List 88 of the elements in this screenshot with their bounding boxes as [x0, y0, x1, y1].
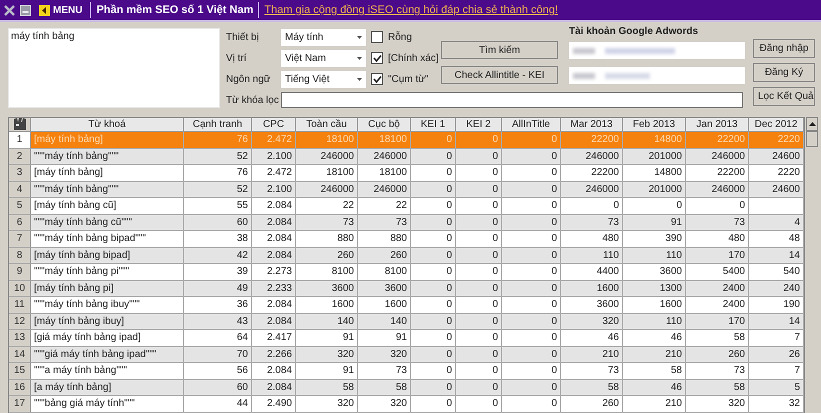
row-number: 8 [9, 248, 31, 264]
checkbox[interactable] [371, 52, 383, 64]
clapperboard-icon[interactable] [12, 118, 26, 131]
email-field[interactable] [569, 42, 745, 59]
table-cell: 320 [358, 396, 411, 412]
blurred-text [573, 72, 595, 78]
account-button[interactable]: Đăng nhập [753, 39, 815, 58]
check-icon [372, 74, 382, 84]
row-number: 9 [9, 264, 31, 280]
table-row[interactable]: 1 [máy tính bảng] 76 2.472 18100 18100 0 0 0 22200 14800 22200 2220 [9, 132, 804, 148]
row-number: 6 [9, 214, 31, 231]
row-number: 12 [9, 314, 31, 330]
row-number: 1 [9, 132, 31, 148]
table-row[interactable]: 5 [máy tính bảng cũ] 55 2.084 22 22 0 0 0 0 0 0 [9, 198, 804, 214]
scrollbar[interactable] [806, 117, 818, 147]
dropdown[interactable]: Việt Nam [281, 50, 366, 66]
scroll-up-icon[interactable] [808, 122, 816, 126]
action-button[interactable]: Tìm kiếm [441, 41, 558, 59]
table-cell: """bảng giá máy tính""" [31, 396, 184, 412]
row-number: 10 [9, 280, 31, 297]
table-row[interactable]: 11 """máy tính bảng ibuy""" 36 2.084 1600 1600 0 0 0 3600 1600 2400 190 [9, 297, 804, 314]
checkbox[interactable] [371, 31, 383, 43]
check-icon [372, 54, 382, 62]
table-row[interactable]: 12 [máy tính bảng ibuy] 43 2.084 140 140 0 0 0 320 110 170 14 [9, 314, 804, 330]
blurred-text [605, 72, 650, 78]
checkbox-option[interactable]: "Cụm từ" [371, 73, 437, 85]
table-row[interactable]: 4 """máy tính bảng""" 52 2.100 246000 246000 0 0 0 246000 201000 246000 24600 [9, 182, 804, 198]
row-number: 5 [9, 198, 31, 214]
caret-icon [357, 36, 362, 38]
filter-input[interactable] [281, 92, 743, 108]
row-number: 13 [9, 330, 31, 346]
menu-button[interactable]: MENU [36, 4, 86, 16]
field-label: Từ khóa lọc [226, 94, 280, 106]
table-row[interactable]: 8 [máy tính bảng bipad] 42 2.084 260 260 0 0 0 110 110 170 14 [9, 248, 804, 264]
table-row[interactable]: 17 """bảng giá máy tính""" 44 2.490 320 320 0 0 0 260 210 320 32 [9, 396, 804, 412]
table-row[interactable]: 14 """giá máy tính bảng ipad""" 70 2.266 320 320 0 0 0 210 210 260 26 [9, 346, 804, 363]
action-button[interactable]: Check Allintitle - KEI [441, 66, 558, 84]
table-row[interactable]: 3 [máy tính bảng] 76 2.472 18100 18100 0 0 0 22200 14800 22200 2220 [9, 165, 804, 182]
table-cell: 320 [296, 396, 358, 412]
table-cell: 210 [623, 396, 686, 412]
account-button[interactable]: Đăng Ký [753, 63, 815, 82]
table-row[interactable]: 15 """a máy tính bảng""" 56 2.084 91 73 0 0 0 73 58 73 7 [9, 363, 804, 380]
checkbox[interactable] [371, 73, 383, 85]
community-link[interactable]: Tham gia cộng đồng iSEO cùng hỏi đáp chia sẻ thành công! [264, 4, 558, 16]
filter-results-button[interactable]: Lọc Kết Quả [753, 87, 815, 106]
scroll-thumb[interactable] [806, 131, 818, 147]
checkbox-option[interactable]: Rỗng [371, 31, 437, 43]
field-label: Ngôn ngữ [226, 74, 272, 84]
row-number: 7 [9, 231, 31, 248]
row-number: 14 [9, 346, 31, 363]
password-field[interactable] [569, 67, 745, 84]
checkbox-option[interactable]: [Chính xác] [371, 52, 437, 64]
blurred-text [573, 48, 595, 54]
caret-icon [357, 56, 362, 60]
row-number: 4 [9, 182, 31, 198]
table-row[interactable]: 7 """máy tính bảng bipad""" 38 2.084 880 880 0 0 0 480 390 480 48 [9, 231, 804, 248]
table-cell: 0 [502, 396, 561, 412]
dropdown[interactable]: Máy tính [281, 28, 366, 46]
field-label: Thiết bị [226, 32, 260, 42]
table-cell: 2.490 [252, 396, 296, 412]
table-row[interactable]: 10 [máy tính bảng pi] 49 2.233 3600 3600 0 0 0 1600 1300 2400 240 [9, 280, 804, 297]
arrow-left-icon [39, 4, 50, 16]
table-cell: 44 [184, 396, 252, 412]
row-number: 17 [9, 396, 31, 412]
table-cell: 320 [686, 396, 749, 412]
table-cell: 0 [456, 396, 502, 412]
field-label: Vị trí [226, 52, 248, 64]
row-number: 2 [9, 148, 31, 165]
row-number: 16 [9, 380, 31, 396]
caret-icon [357, 78, 362, 80]
blurred-text [605, 48, 675, 54]
row-number: 11 [9, 297, 31, 314]
close-icon[interactable] [4, 4, 15, 16]
table-row[interactable]: 2 """máy tính bảng""" 52 2.100 246000 246000 0 0 0 246000 201000 246000 24600 [9, 148, 804, 165]
dropdown[interactable]: Tiếng Việt [281, 70, 366, 88]
table-cell: 0 [411, 396, 456, 412]
table-cell: 32 [749, 396, 804, 412]
table-cell: 260 [561, 396, 623, 412]
table-row[interactable]: 13 [giá máy tính bảng ipad] 64 2.417 91 91 0 0 0 46 46 58 7 [9, 330, 804, 346]
row-number: 15 [9, 363, 31, 380]
minimize-icon[interactable] [20, 4, 31, 16]
table-row[interactable]: 16 [a máy tính bảng] 60 2.084 58 58 0 0 0 58 46 58 5 [9, 380, 804, 396]
keyword-textarea[interactable]: máy tính bảng [8, 28, 220, 108]
app-title: Phần mềm SEO số 1 Việt Nam [96, 4, 254, 16]
adwords-title: Tài khoản Google Adwords [569, 28, 700, 36]
table-row[interactable]: 6 """máy tính bảng cũ""" 60 2.084 73 73 0 0 0 73 91 73 4 [9, 214, 804, 231]
row-number: 3 [9, 165, 31, 182]
table-row[interactable]: 9 """máy tính bảng pi""" 39 2.273 8100 8100 0 0 0 4400 3600 5400 540 [9, 264, 804, 280]
